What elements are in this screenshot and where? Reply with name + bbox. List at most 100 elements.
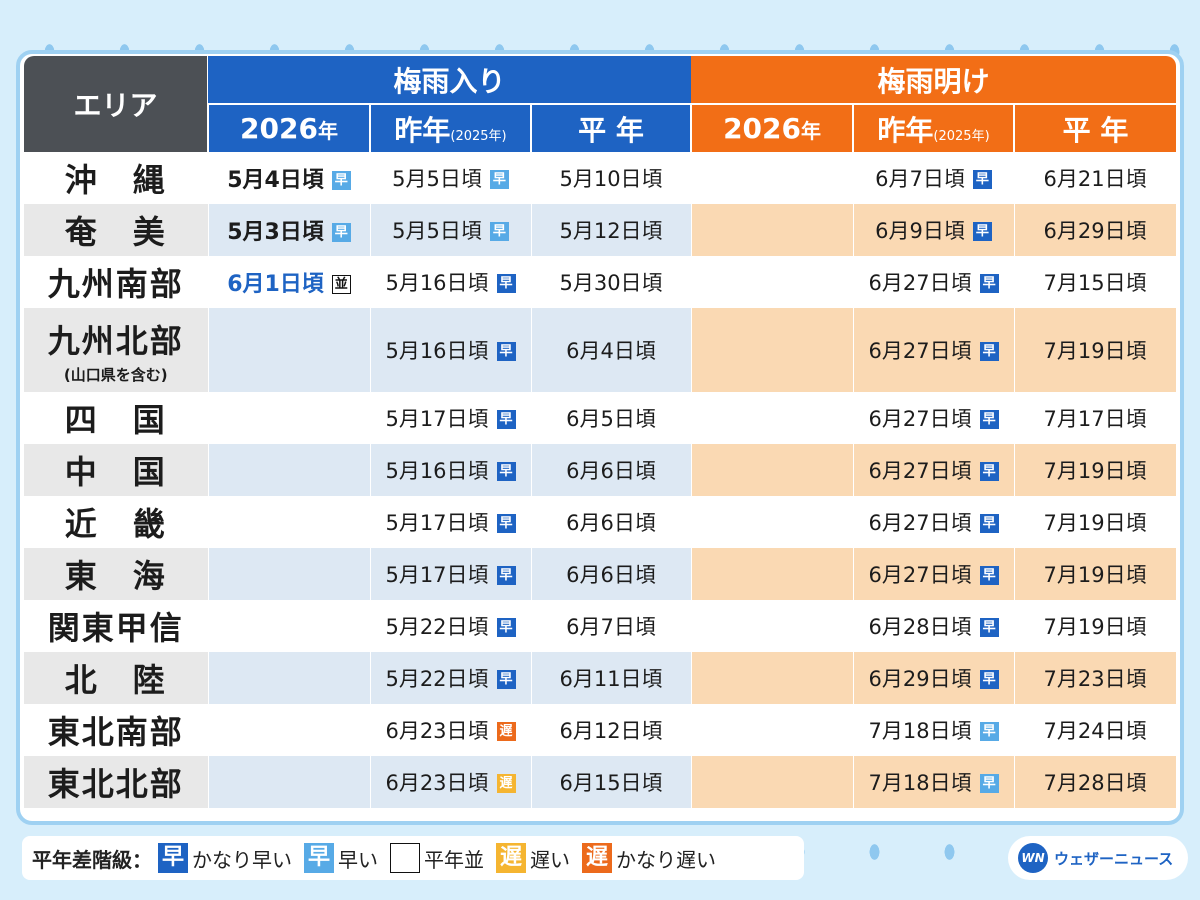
start-last-year: 5月16日頃早: [370, 308, 532, 392]
start-last-year: 5月5日頃早: [370, 204, 532, 256]
end-current-year: [691, 204, 854, 256]
start-current-year: [208, 652, 371, 704]
legend-item: 並平年並: [390, 843, 484, 873]
legend-item: 遅かなり遅い: [582, 843, 716, 873]
area-name: 東 海: [24, 548, 209, 600]
start-last-year: 5月22日頃早: [370, 652, 532, 704]
start-normal-year: 6月11日頃: [531, 652, 692, 704]
end-normal-header: 平 年: [1013, 104, 1177, 152]
legend-badge: 早: [158, 843, 188, 873]
end-normal-year: 7月24日頃: [1014, 704, 1177, 756]
difference-badge: 早: [496, 670, 516, 689]
start-last-year: 5月16日頃早: [370, 256, 532, 308]
start-normal-year: 5月30日頃: [531, 256, 692, 308]
end-last-year: 7月18日頃早: [853, 704, 1015, 756]
difference-badge: 早: [496, 566, 516, 585]
difference-badge: 早: [979, 722, 999, 741]
start-normal-year: 6月4日頃: [531, 308, 692, 392]
area-note: (山口県を含む): [63, 365, 168, 384]
area-name: 九州南部: [24, 256, 209, 308]
start-current-year: [208, 756, 371, 808]
start-last-year: 5月16日頃早: [370, 444, 532, 496]
difference-badge: 早: [979, 618, 999, 637]
area-name: 沖 縄: [24, 152, 209, 204]
start-last-year: 5月5日頃早: [370, 152, 532, 204]
start-current-year: [208, 308, 371, 392]
table-row: 北 陸 5月22日頃早 6月11日頃 6月29日頃早 7月23日頃: [24, 652, 1177, 704]
start-last-year: 6月23日頃遅: [370, 756, 532, 808]
difference-badge: 並: [331, 275, 351, 294]
start-last-year: 6月23日頃遅: [370, 704, 532, 756]
start-current-year: [208, 392, 371, 444]
area-name: 東北南部: [24, 704, 209, 756]
weathernews-logo: WN ウェザーニュース: [1008, 836, 1188, 880]
end-current-year: [691, 392, 854, 444]
end-last-year: 6月9日頃早: [853, 204, 1015, 256]
table-body: 沖 縄 5月4日頃早 5月5日頃早 5月10日頃 6月7日頃早 6月21日頃奄 美 5月3日…: [24, 152, 1177, 808]
difference-badge: 早: [331, 171, 351, 190]
difference-badge: 早: [979, 462, 999, 481]
end-current-year: [691, 256, 854, 308]
start-normal-year: 6月7日頃: [531, 600, 692, 652]
start-last-year-header: 昨年(2025年): [369, 104, 531, 152]
difference-badge: 早: [979, 274, 999, 293]
end-current-year-header: 2026年: [690, 104, 854, 152]
legend-badge: 早: [304, 843, 334, 873]
start-current-year-header: 2026年: [207, 104, 370, 152]
rainy-start-header: 梅雨入り: [208, 56, 692, 105]
legend-label: かなり遅い: [616, 847, 716, 872]
table-row: 関東甲信 5月22日頃早 6月7日頃 6月28日頃早 7月19日頃: [24, 600, 1177, 652]
table-row: 東北南部 6月23日頃遅 6月12日頃 7月18日頃早 7月24日頃: [24, 704, 1177, 756]
start-current-year: [208, 600, 371, 652]
area-name: 関東甲信: [24, 600, 209, 652]
difference-badge: 早: [496, 618, 516, 637]
end-last-year: 6月27日頃早: [853, 256, 1015, 308]
end-last-year: 6月7日頃早: [853, 152, 1015, 204]
end-current-year: [691, 756, 854, 808]
start-normal-year: 6月5日頃: [531, 392, 692, 444]
end-normal-year: 7月19日頃: [1014, 308, 1177, 392]
start-normal-year: 6月12日頃: [531, 704, 692, 756]
difference-badge: 早: [972, 222, 992, 241]
legend-item: 遅遅い: [496, 843, 570, 873]
table-row: 九州北部 (山口県を含む) 5月16日頃早 6月4日頃 6月27日頃早 7月19日頃: [24, 308, 1177, 392]
legend-item: 早かなり早い: [158, 843, 292, 873]
difference-badge: 早: [489, 222, 509, 241]
end-current-year: [691, 308, 854, 392]
end-last-year: 6月28日頃早: [853, 600, 1015, 652]
end-normal-year: 7月19日頃: [1014, 444, 1177, 496]
end-normal-year: 6月29日頃: [1014, 204, 1177, 256]
end-normal-year: 7月28日頃: [1014, 756, 1177, 808]
end-normal-year: 7月17日頃: [1014, 392, 1177, 444]
end-normal-year: 7月23日頃: [1014, 652, 1177, 704]
start-last-year: 5月22日頃早: [370, 600, 532, 652]
difference-badge: 早: [979, 774, 999, 793]
start-current-year: [208, 704, 371, 756]
area-name: 近 畿: [24, 496, 209, 548]
start-last-year: 5月17日頃早: [370, 548, 532, 600]
area-header: エリア: [24, 56, 208, 152]
start-normal-year: 6月6日頃: [531, 496, 692, 548]
difference-badge: 早: [331, 223, 351, 242]
start-last-year: 5月17日頃早: [370, 392, 532, 444]
area-name: 奄 美: [24, 204, 209, 256]
end-current-year: [691, 652, 854, 704]
end-current-year: [691, 704, 854, 756]
area-name: 九州北部 (山口県を含む): [24, 308, 209, 392]
end-current-year: [691, 496, 854, 548]
table-row: 東 海 5月17日頃早 6月6日頃 6月27日頃早 7月19日頃: [24, 548, 1177, 600]
start-normal-year: 5月12日頃: [531, 204, 692, 256]
legend: 平年差階級： 早かなり早い早早い並平年並遅遅い遅かなり遅い: [22, 836, 804, 880]
difference-badge: 早: [496, 274, 516, 293]
legend-badge: 遅: [496, 843, 526, 873]
end-last-year: 7月18日頃早: [853, 756, 1015, 808]
end-normal-year: 7月19日頃: [1014, 548, 1177, 600]
legend-label: かなり早い: [192, 847, 292, 872]
difference-badge: 早: [979, 514, 999, 533]
table-row: 奄 美 5月3日頃早 5月5日頃早 5月12日頃 6月9日頃早 6月29日頃: [24, 204, 1177, 256]
table-row: 四 国 5月17日頃早 6月5日頃 6月27日頃早 7月17日頃: [24, 392, 1177, 444]
area-name: 中 国: [24, 444, 209, 496]
end-last-year: 6月27日頃早: [853, 548, 1015, 600]
table-row: 東北北部 6月23日頃遅 6月15日頃 7月18日頃早 7月28日頃: [24, 756, 1177, 808]
difference-badge: 早: [979, 670, 999, 689]
